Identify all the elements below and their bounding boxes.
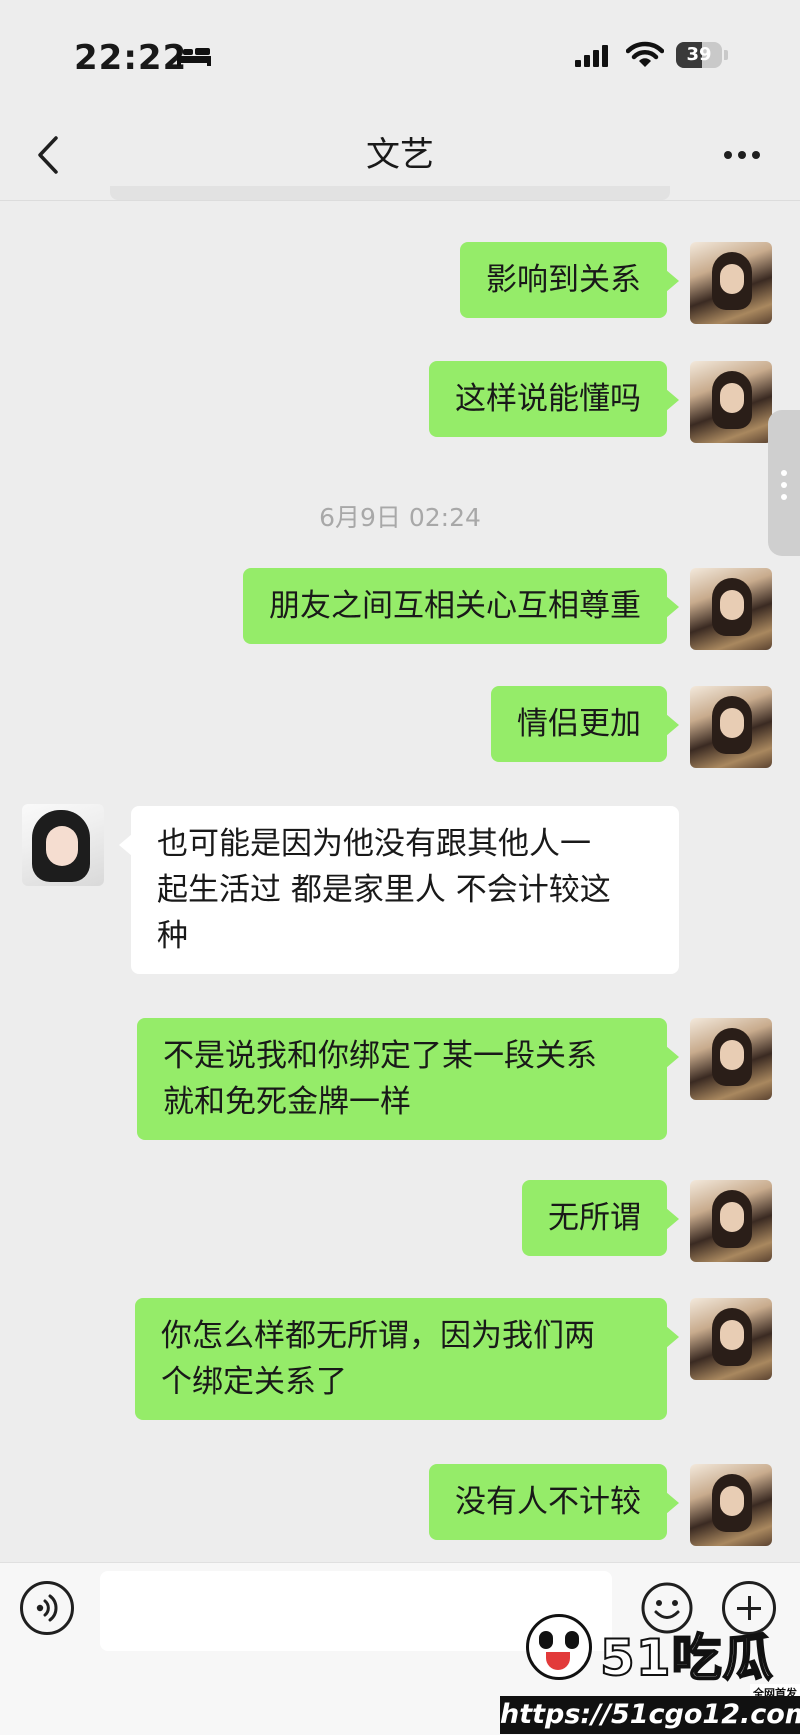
cellular-signal-icon (575, 45, 608, 67)
avatar[interactable] (690, 568, 772, 650)
sleep-focus-icon (177, 47, 211, 66)
avatar[interactable] (690, 1298, 772, 1380)
avatar[interactable] (690, 361, 772, 443)
message-bubble[interactable]: 情侣更加 (491, 686, 679, 762)
voice-button[interactable] (20, 1581, 74, 1635)
message-bubble[interactable]: 朋友之间互相关心互相尊重 (243, 568, 679, 644)
message-timestamp: 6月9日 02:24 (319, 503, 481, 532)
message-bubble[interactable]: 没有人不计较 (429, 1464, 679, 1540)
side-drawer-handle[interactable] (768, 410, 800, 556)
avatar[interactable] (690, 1018, 772, 1100)
more-dots-icon[interactable] (722, 148, 762, 162)
avatar[interactable] (690, 1180, 772, 1262)
watermark: 51吃瓜 全网首发 https://51cgo12.com (500, 1614, 800, 1734)
battery-icon: 39 (676, 42, 722, 68)
avatar[interactable] (22, 804, 104, 886)
battery-level: 39 (686, 44, 712, 65)
message-bubble[interactable]: 这样说能懂吗 (429, 361, 679, 437)
message-bubble[interactable]: 不是说我和你绑定了某一段关系 就和免死金牌一样 (137, 1018, 679, 1140)
message-bubble[interactable]: 影响到关系 (460, 242, 679, 318)
message-bubble[interactable]: 无所谓 (522, 1180, 679, 1256)
watermark-mascot (526, 1614, 592, 1680)
avatar[interactable] (690, 242, 772, 324)
avatar[interactable] (690, 686, 772, 768)
watermark-url: https://51cgo12.com (500, 1696, 800, 1734)
status-bar: 22:22 39 (0, 0, 800, 110)
message-list[interactable]: 影响到关系 这样说能懂吗 6月9日 02:24 朋友之间互相关心互相尊重 情侣更… (0, 200, 800, 1562)
voice-icon (36, 1594, 58, 1622)
previous-message-edge (110, 186, 670, 200)
message-bubble[interactable]: 也可能是因为他没有跟其他人一 起生活过 都是家里人 不会计较这 种 (119, 806, 679, 974)
watermark-brand: 51吃瓜 (599, 1628, 774, 1688)
status-time: 22:22 (74, 38, 188, 78)
message-bubble[interactable]: 你怎么样都无所谓，因为我们两 个绑定关系了 (135, 1298, 679, 1420)
avatar[interactable] (690, 1464, 772, 1546)
wifi-icon (626, 41, 664, 67)
